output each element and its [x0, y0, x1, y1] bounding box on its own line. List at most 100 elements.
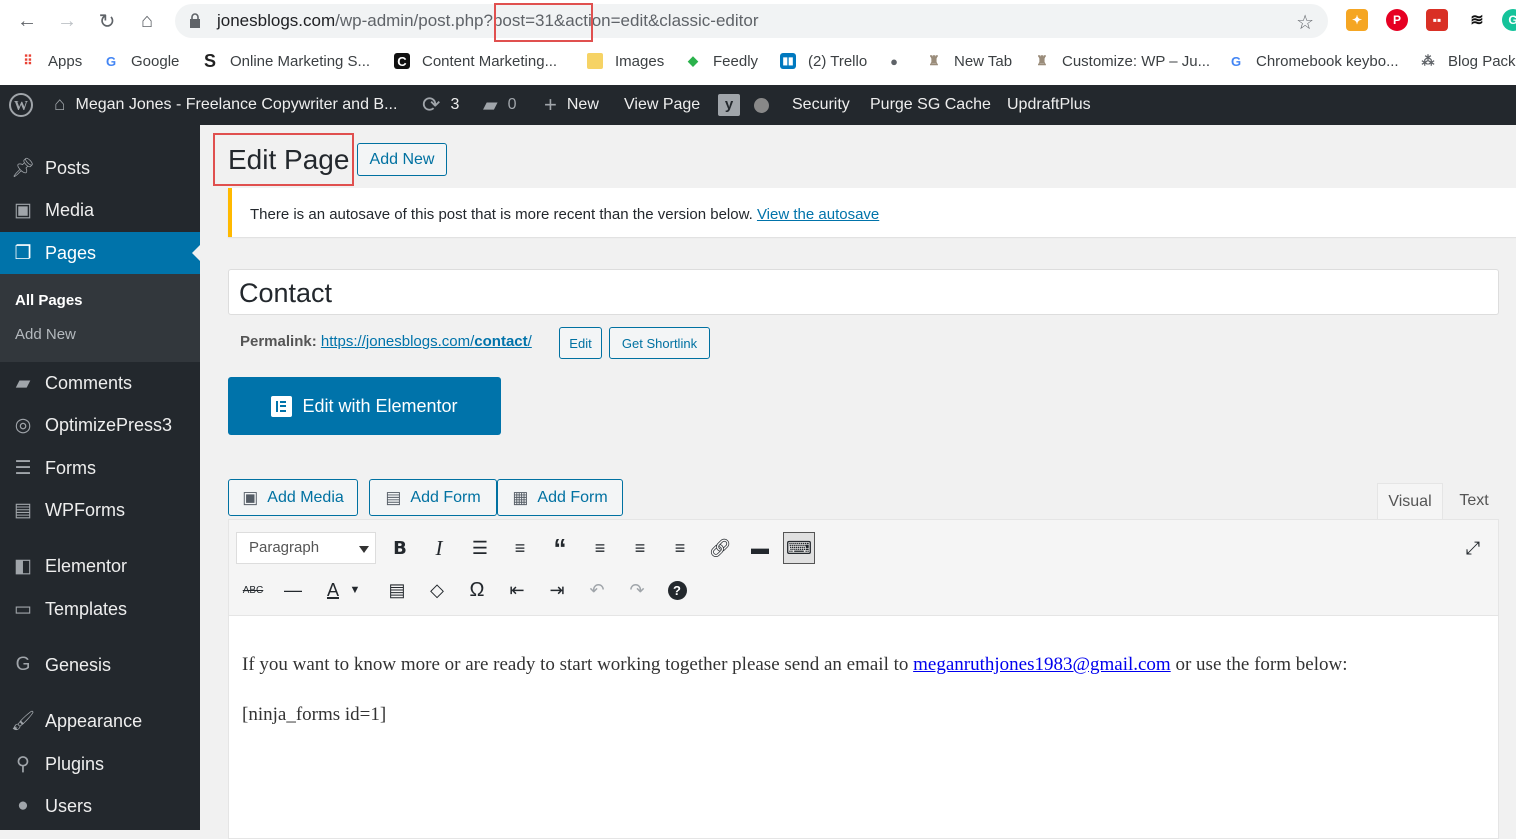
edit-permalink-button[interactable]: Edit: [559, 327, 602, 359]
submenu-add-new[interactable]: Add New: [15, 326, 76, 343]
bookmark-new-tab[interactable]: ♜ New Tab: [926, 50, 1012, 72]
sidebar-item-comments[interactable]: ▰ Comments: [0, 362, 200, 404]
view-page-link[interactable]: View Page: [624, 85, 700, 125]
bookmark-google[interactable]: G Google: [103, 50, 179, 72]
layers-icon[interactable]: ≋: [1466, 9, 1488, 31]
special-character-icon[interactable]: Ω: [461, 574, 493, 606]
horizontal-line-icon[interactable]: —: [277, 574, 309, 606]
italic-icon[interactable]: I: [423, 532, 455, 564]
extension-red-icon[interactable]: ▪▪: [1426, 9, 1448, 31]
text-color-icon[interactable]: A: [317, 574, 349, 606]
sidebar-item-optimizepress[interactable]: ◎ OptimizePress3: [0, 404, 200, 446]
bookmark-trello[interactable]: ▮▮ (2) Trello: [780, 50, 867, 72]
sidebar-item-users[interactable]: ● Users: [0, 785, 200, 827]
undo-icon[interactable]: ↶: [581, 574, 613, 606]
status-dot-icon: [754, 85, 769, 125]
permalink-link[interactable]: https://jonesblogs.com/contact/: [321, 333, 532, 350]
sidebar-item-wpforms[interactable]: ▤ WPForms: [0, 489, 200, 531]
comments-link[interactable]: ▰ 0: [483, 85, 517, 125]
add-form-button[interactable]: ▤ Add Form: [369, 479, 497, 516]
pinterest-icon[interactable]: P: [1386, 9, 1408, 31]
security-link[interactable]: Security: [792, 85, 850, 125]
plus-icon: +: [544, 92, 557, 117]
strikethrough-icon[interactable]: ABC: [237, 574, 269, 606]
new-content-link[interactable]: + New: [544, 85, 599, 125]
chevron-down-icon[interactable]: ▼: [347, 574, 363, 606]
align-center-icon[interactable]: ≡: [624, 532, 656, 564]
bookmark-star-icon[interactable]: ☆: [1296, 10, 1314, 35]
numbered-list-icon[interactable]: ≡: [504, 532, 536, 564]
fullscreen-icon[interactable]: ⤢: [1457, 532, 1489, 564]
paste-text-icon[interactable]: ▤: [381, 574, 413, 606]
submenu-all-pages[interactable]: All Pages: [15, 292, 83, 309]
tab-visual[interactable]: Visual: [1377, 483, 1443, 519]
bold-icon[interactable]: B: [384, 532, 416, 564]
extension-icon[interactable]: ✦: [1346, 9, 1368, 31]
sidebar-item-posts[interactable]: 📌︎ Posts: [0, 147, 200, 189]
address-bar[interactable]: jonesblogs.com/wp-admin/post.php?post=31…: [175, 4, 1328, 38]
get-shortlink-button[interactable]: Get Shortlink: [609, 327, 710, 359]
tab-text[interactable]: Text: [1451, 483, 1497, 519]
svg-text:W: W: [14, 99, 28, 114]
bookmark-apps[interactable]: ⠿ Apps: [20, 50, 82, 72]
email-link[interactable]: meganruthjones1983@gmail.com: [913, 654, 1171, 675]
updates-icon: ⟳: [422, 92, 441, 117]
sidebar-item-appearance[interactable]: 🖌︎ Appearance: [0, 700, 200, 742]
edit-with-elementor-button[interactable]: Edit with Elementor: [228, 377, 501, 435]
updates-link[interactable]: ⟳ 3: [422, 85, 459, 125]
site-name-link[interactable]: ⌂ Megan Jones - Freelance Copywriter and …: [54, 85, 397, 125]
yoast-icon[interactable]: y: [718, 85, 740, 125]
align-right-icon[interactable]: ≡: [664, 532, 696, 564]
sidebar-item-elementor[interactable]: ◧ Elementor: [0, 545, 200, 587]
folder-icon: ▭: [14, 598, 32, 620]
pages-icon: ❐: [14, 242, 32, 264]
clear-formatting-icon[interactable]: ◇: [421, 574, 453, 606]
bookmark-images[interactable]: Images: [587, 50, 664, 72]
sidebar-item-templates[interactable]: ▭ Templates: [0, 588, 200, 630]
sidebar-item-media[interactable]: ▣ Media: [0, 189, 200, 231]
bookmark-globe[interactable]: ●: [886, 50, 914, 72]
align-left-icon[interactable]: ≡: [584, 532, 616, 564]
sidebar-item-genesis[interactable]: G Genesis: [0, 644, 200, 686]
wp-admin-bar: W ⌂ Megan Jones - Freelance Copywriter an…: [0, 85, 1516, 125]
indent-icon[interactable]: ⇥: [541, 574, 573, 606]
sidebar-item-pages[interactable]: ❐ Pages: [0, 232, 200, 274]
bookmark-feedly[interactable]: ◆ Feedly: [685, 50, 758, 72]
link-icon[interactable]: 🔗︎: [704, 532, 736, 564]
content-paragraph: If you want to know more or are ready to…: [242, 654, 1348, 675]
back-icon[interactable]: ←: [14, 8, 40, 34]
bullet-list-icon[interactable]: ☰: [464, 532, 496, 564]
post-title-input[interactable]: Contact: [228, 269, 1499, 315]
bookmark-chromebook[interactable]: G Chromebook keybo...: [1228, 50, 1399, 72]
help-icon[interactable]: ?: [661, 574, 693, 606]
format-select[interactable]: Paragraph: [236, 532, 376, 564]
reload-icon[interactable]: ↻: [94, 8, 120, 34]
sidebar-item-plugins[interactable]: ⚲ Plugins: [0, 743, 200, 785]
wp-logo-icon[interactable]: W: [8, 85, 34, 125]
add-new-button[interactable]: Add New: [357, 143, 447, 176]
add-media-button[interactable]: ▣ Add Media: [228, 479, 358, 516]
bookmark-customize[interactable]: ♜ Customize: WP – Ju...: [1034, 50, 1210, 72]
bookmark-content-marketing[interactable]: C Content Marketing...: [394, 50, 557, 72]
editor-content[interactable]: If you want to know more or are ready to…: [242, 650, 1482, 729]
purge-cache-link[interactable]: Purge SG Cache: [870, 85, 991, 125]
shortcode-paragraph: [ninja_forms id=1]: [242, 704, 387, 725]
add-wpform-button[interactable]: ▦ Add Form: [497, 479, 623, 516]
outdent-icon[interactable]: ⇤: [501, 574, 533, 606]
feedly-icon: ◆: [688, 53, 698, 68]
blockquote-icon[interactable]: “: [544, 532, 576, 564]
home-icon: ⌂: [54, 94, 66, 115]
grammarly-icon[interactable]: G: [1502, 9, 1516, 31]
plug-icon: ⚲: [16, 753, 30, 775]
forward-icon[interactable]: →: [54, 8, 80, 34]
home-icon[interactable]: ⌂: [134, 8, 160, 34]
bookmark-blog-package[interactable]: ⁂Blog Packa: [1420, 50, 1516, 72]
bookmark-online-marketing[interactable]: S Online Marketing S...: [202, 50, 370, 72]
redo-icon[interactable]: ↷: [621, 574, 653, 606]
read-more-icon[interactable]: ▬: [744, 532, 776, 564]
wpforms-icon: ▤: [14, 499, 32, 521]
view-autosave-link[interactable]: View the autosave: [757, 206, 879, 223]
toolbar-toggle-icon[interactable]: ⌨: [783, 532, 815, 564]
sidebar-item-forms[interactable]: ☰ Forms: [0, 447, 200, 489]
updraftplus-link[interactable]: UpdraftPlus: [1007, 85, 1091, 125]
